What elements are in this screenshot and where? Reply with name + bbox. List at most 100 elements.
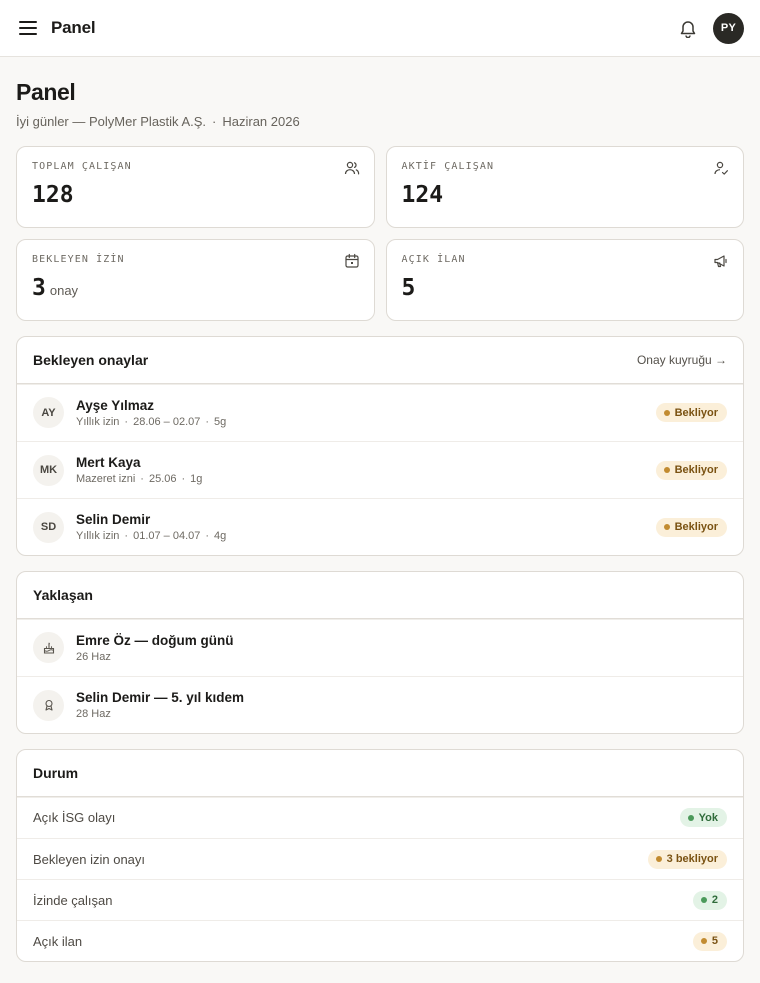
- app-title: Panel: [51, 18, 96, 37]
- approval-row[interactable]: MK Mert Kaya Mazeret izni · 25.06 · 1g B…: [17, 441, 743, 498]
- status-badge: Yok: [679, 808, 727, 827]
- status-label: Bekleyen izin onayı: [33, 851, 146, 867]
- status-text: Bekliyor: [674, 521, 718, 533]
- event-row[interactable]: Selin Demir — 5. yıl kıdem 28 Haz: [17, 676, 743, 733]
- leave-type: Yıllık izin: [76, 415, 120, 428]
- meta-separator: ·: [124, 415, 129, 428]
- main-content: Panel İyi günler — PolyMer Plastik A.Ş. …: [0, 79, 760, 962]
- status-dot: [700, 938, 707, 944]
- meta-separator: ·: [205, 530, 210, 542]
- users-icon: [344, 161, 359, 175]
- meta-separator: ·: [140, 473, 144, 485]
- status-row[interactable]: Açık ilan 5: [17, 920, 743, 961]
- status-dot: [663, 409, 670, 416]
- status-text: Bekliyor: [674, 406, 718, 419]
- status-row[interactable]: Bekleyen izin onayı 3 bekliyor: [17, 838, 743, 879]
- meta-separator: ·: [205, 415, 210, 428]
- status-value: 3 bekliyor: [666, 853, 718, 865]
- employee-name: Mert Kaya: [76, 455, 141, 470]
- bell-icon[interactable]: [677, 17, 699, 39]
- leave-type: Mazeret izni: [76, 473, 136, 485]
- leave-days: 5g: [214, 415, 227, 428]
- event-row[interactable]: Emre Öz — doğum günü 26 Haz: [17, 619, 743, 676]
- avatar: MK: [33, 454, 64, 486]
- page-subtitle: İyi günler — PolyMer Plastik A.Ş. · Hazi…: [16, 114, 744, 129]
- card-header: Yaklaşan: [17, 572, 743, 619]
- cake-icon: [33, 632, 64, 663]
- upcoming-card: Yaklaşan Emre Öz — doğum günü 26 Haz Sel…: [16, 571, 744, 734]
- leave-meta: Yıllık izin · 28.06 – 02.07 · 5g: [76, 416, 226, 428]
- stat-card-total-employees[interactable]: TOPLAM ÇALIŞAN 128: [16, 146, 375, 228]
- meta-separator: ·: [181, 473, 186, 485]
- stat-card-open-postings[interactable]: AÇIK İLAN 5: [385, 239, 744, 321]
- status-dot: [663, 467, 670, 473]
- status-label: Açık ilan: [33, 933, 83, 949]
- subtitle-separator: ·: [212, 114, 217, 129]
- top-bar: Panel PY: [0, 0, 760, 57]
- status-dot: [663, 524, 670, 530]
- stat-label: AÇIK İLAN: [401, 254, 466, 265]
- leave-days: 4g: [214, 530, 227, 542]
- status-text: Bekliyor: [674, 464, 718, 476]
- user-avatar[interactable]: PY: [713, 12, 744, 44]
- approval-queue-link[interactable]: Onay kuyruğu →: [637, 353, 727, 367]
- leave-dates: 28.06 – 02.07: [133, 415, 201, 428]
- status-dot: [687, 814, 694, 821]
- status-card: Durum Açık İSG olayı Yok Bekleyen izin o…: [16, 749, 744, 962]
- event-date: 28 Haz: [76, 708, 111, 720]
- status-badge: Bekliyor: [655, 460, 727, 480]
- leave-dates: 25.06: [148, 473, 177, 485]
- calendar-icon: [344, 253, 359, 268]
- period: Haziran 2026: [222, 114, 300, 129]
- stat-unit: onay: [49, 283, 79, 298]
- status-label: İzinde çalışan: [33, 892, 113, 908]
- status-badge: Bekliyor: [655, 517, 727, 537]
- menu-icon[interactable]: [18, 18, 38, 38]
- card-title: Yaklaşan: [33, 587, 93, 603]
- status-dot: [655, 856, 662, 862]
- pending-approvals-card: Bekleyen onaylar Onay kuyruğu → AY Ayşe …: [16, 336, 744, 556]
- stats-grid: TOPLAM ÇALIŞAN 128 AKTİF ÇALIŞAN 124 BEK…: [16, 146, 744, 321]
- status-row[interactable]: İzinde çalışan 2: [17, 879, 743, 920]
- status-badge: 5: [692, 931, 727, 951]
- leave-type: Yıllık izin: [76, 530, 120, 542]
- status-value: 5: [711, 935, 718, 947]
- status-dot: [700, 897, 707, 903]
- stat-value: 128: [32, 182, 74, 208]
- leave-meta: Yıllık izin · 01.07 – 04.07 · 4g: [76, 530, 226, 542]
- status-label: Açık İSG olayı: [33, 810, 116, 825]
- card-title: Bekleyen onaylar: [33, 352, 149, 368]
- status-row[interactable]: Açık İSG olayı Yok: [17, 797, 743, 838]
- greeting: İyi günler — PolyMer Plastik A.Ş.: [16, 114, 207, 129]
- status-badge: Bekliyor: [655, 403, 727, 422]
- leave-days: 1g: [190, 473, 203, 485]
- leave-meta: Mazeret izni · 25.06 · 1g: [76, 473, 202, 485]
- page-title: Panel: [16, 79, 76, 105]
- event-title: Emre Öz — doğum günü: [76, 632, 234, 648]
- megaphone-icon: [714, 255, 727, 268]
- award-icon: [33, 689, 64, 721]
- stat-label: AKTİF ÇALIŞAN: [401, 161, 495, 172]
- stat-card-active-employees[interactable]: AKTİF ÇALIŞAN 124: [385, 146, 744, 228]
- employee-name: Selin Demir: [76, 512, 151, 527]
- avatar: SD: [33, 511, 64, 543]
- status-value: 2: [711, 894, 718, 906]
- stat-label: BEKLEYEN İZİN: [32, 254, 125, 265]
- stat-label: TOPLAM ÇALIŞAN: [32, 161, 132, 172]
- avatar: AY: [33, 397, 64, 428]
- leave-dates: 01.07 – 04.07: [133, 530, 201, 542]
- stat-value: 3: [32, 275, 46, 301]
- stat-value: 124: [401, 182, 444, 208]
- stat-card-pending-leave[interactable]: BEKLEYEN İZİN 3 onay: [16, 239, 375, 321]
- event-title: Selin Demir — 5. yıl kıdem: [76, 690, 245, 705]
- card-title: Durum: [33, 765, 79, 781]
- status-value: Yok: [698, 811, 718, 824]
- approval-row[interactable]: AY Ayşe Yılmaz Yıllık izin · 28.06 – 02.…: [17, 384, 743, 441]
- event-date: 26 Haz: [76, 650, 111, 663]
- status-badge: 2: [692, 890, 727, 910]
- stat-value: 5: [401, 275, 416, 301]
- approval-row[interactable]: SD Selin Demir Yıllık izin · 01.07 – 04.…: [17, 498, 743, 555]
- user-check-icon: [714, 161, 728, 175]
- status-badge: 3 bekliyor: [647, 849, 727, 869]
- meta-separator: ·: [124, 530, 129, 542]
